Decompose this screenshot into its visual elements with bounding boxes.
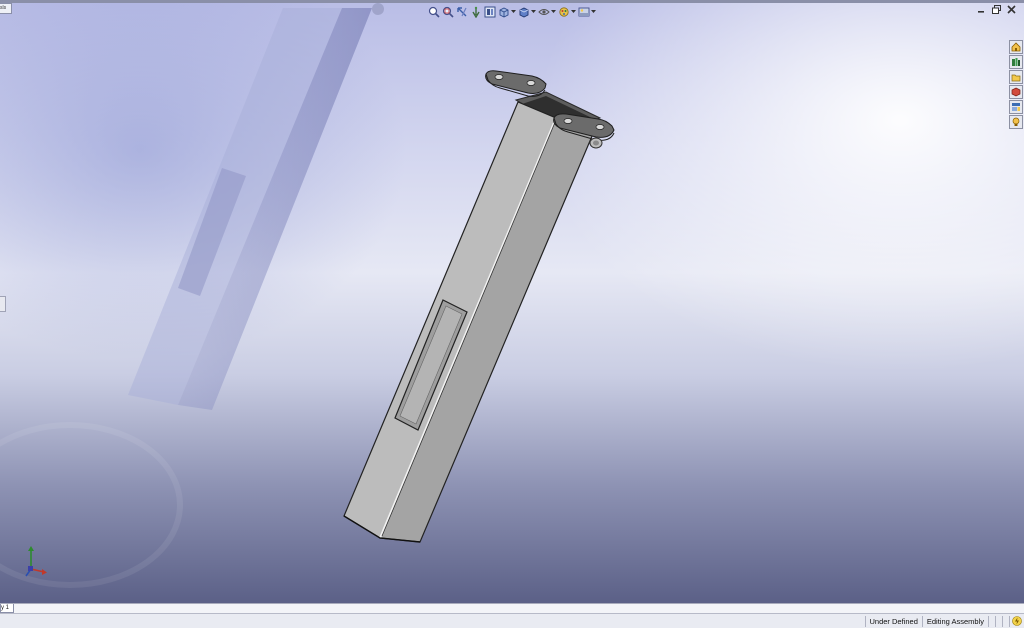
rebuild-button[interactable]: [1009, 615, 1024, 627]
status-under-defined: Under Defined: [864, 615, 922, 627]
view-tabs-strip: y 1: [0, 603, 1024, 613]
square-tube-part[interactable]: [343, 91, 602, 543]
model-view: [0, 3, 615, 588]
status-empty-cell: [1002, 615, 1009, 627]
status-empty-cell: [995, 615, 1002, 627]
floor-reflection: [128, 3, 384, 410]
mounting-tab-left[interactable]: [485, 70, 547, 97]
reference-triad-icon: [25, 546, 47, 577]
model-view-tab[interactable]: y 1: [0, 604, 14, 613]
rebuild-lightning-icon: [1012, 616, 1022, 626]
status-editing-mode: Editing Assembly: [921, 615, 988, 627]
model-view-tab-label: y 1: [1, 605, 10, 611]
status-bar: Under Defined Editing Assembly: [0, 613, 1024, 628]
status-empty-cell: [988, 615, 995, 627]
